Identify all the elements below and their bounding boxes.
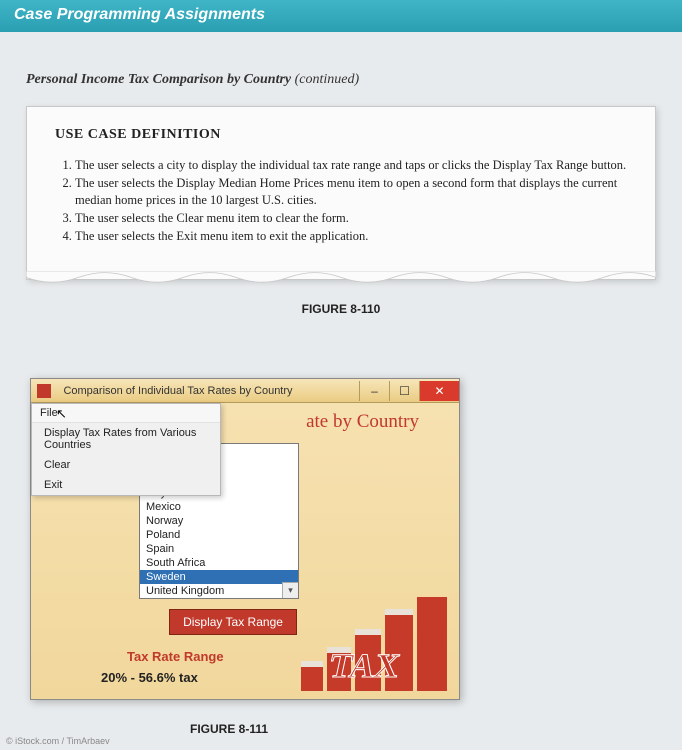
list-item[interactable]: Norway bbox=[140, 514, 298, 528]
page-header: Case Programming Assignments bbox=[0, 0, 682, 32]
menu-item-exit[interactable]: Exit bbox=[32, 475, 220, 495]
use-case-list: The user selects a city to display the i… bbox=[75, 157, 627, 244]
close-button[interactable]: ✕ bbox=[419, 381, 459, 401]
maximize-button[interactable]: ☐ bbox=[389, 381, 419, 401]
app-icon bbox=[37, 384, 51, 398]
section-subtitle: Personal Income Tax Comparison by Countr… bbox=[26, 72, 656, 88]
tax-bar-chart-graphic: TAX bbox=[295, 595, 455, 695]
list-item[interactable]: Poland bbox=[140, 528, 298, 542]
file-menu-dropdown: File ↖ Display Tax Rates from Various Co… bbox=[31, 403, 221, 496]
figure-label-2: FIGURE 8-111 bbox=[190, 722, 656, 736]
display-tax-range-button[interactable]: Display Tax Range bbox=[169, 609, 297, 635]
svg-text:TAX: TAX bbox=[326, 648, 403, 686]
image-credit: © iStock.com / TimArbaev bbox=[6, 736, 110, 746]
cursor-icon: ↖ bbox=[56, 406, 67, 422]
window-title: Comparison of Individual Tax Rates by Co… bbox=[57, 385, 359, 397]
minimize-button[interactable]: – bbox=[359, 381, 389, 401]
use-case-item: The user selects a city to display the i… bbox=[75, 157, 627, 174]
use-case-item: The user selects the Display Median Home… bbox=[75, 175, 627, 209]
list-item[interactable]: Spain bbox=[140, 542, 298, 556]
use-case-heading: USE CASE DEFINITION bbox=[55, 127, 627, 143]
list-item[interactable]: United Kingdom bbox=[140, 584, 298, 598]
menu-item-display-tax-rates[interactable]: Display Tax Rates from Various Countries bbox=[32, 423, 220, 455]
torn-paper-edge bbox=[26, 271, 656, 287]
page-header-title: Case Programming Assignments bbox=[14, 6, 265, 23]
figure-label-1: FIGURE 8-110 bbox=[26, 302, 656, 316]
file-menu-trigger[interactable]: File ↖ bbox=[32, 404, 220, 423]
list-item[interactable]: South Africa bbox=[140, 556, 298, 570]
list-item-selected[interactable]: Sweden bbox=[140, 570, 298, 584]
use-case-item: The user selects the Clear menu item to … bbox=[75, 210, 627, 227]
window-title-bar[interactable]: Comparison of Individual Tax Rates by Co… bbox=[31, 379, 459, 403]
use-case-definition-box: USE CASE DEFINITION The user selects a c… bbox=[26, 106, 656, 280]
menu-item-clear[interactable]: Clear bbox=[32, 455, 220, 475]
app-window: Comparison of Individual Tax Rates by Co… bbox=[30, 378, 460, 700]
use-case-item: The user selects the Exit menu item to e… bbox=[75, 228, 627, 245]
list-item[interactable]: Mexico bbox=[140, 500, 298, 514]
